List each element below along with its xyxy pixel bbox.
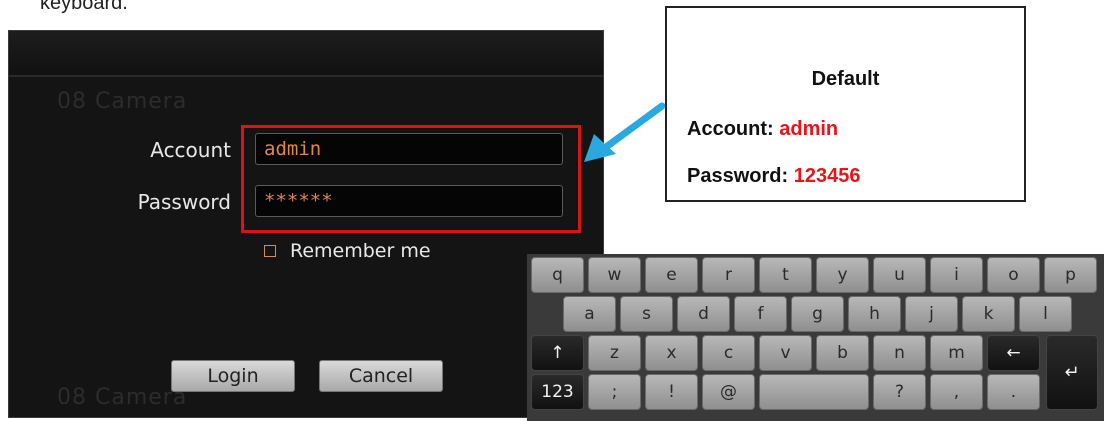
key-comma[interactable]: , <box>930 374 983 410</box>
key-q[interactable]: q <box>531 257 584 293</box>
key-w[interactable]: w <box>588 257 641 293</box>
key-f[interactable]: f <box>734 296 787 332</box>
callout-arrow-icon <box>584 102 666 162</box>
key-k[interactable]: k <box>962 296 1015 332</box>
key-question[interactable]: ? <box>873 374 926 410</box>
key-at[interactable]: @ <box>702 374 755 410</box>
remember-me-checkbox[interactable] <box>264 245 276 257</box>
callout-account-line: Account: admin <box>687 118 838 141</box>
key-y[interactable]: y <box>816 257 869 293</box>
keyboard-row-1: q w e r t y u i o p <box>531 257 1101 293</box>
key-n[interactable]: n <box>873 335 926 371</box>
page-caption: keyboard. <box>40 0 128 14</box>
password-input[interactable] <box>255 185 563 217</box>
account-input[interactable] <box>255 133 563 165</box>
callout-account-label: Account: <box>687 118 774 140</box>
key-semicolon[interactable]: ; <box>588 374 641 410</box>
keyboard-row-2: a s d f g h j k l <box>563 296 1076 332</box>
key-d[interactable]: d <box>677 296 730 332</box>
key-j[interactable]: j <box>905 296 958 332</box>
key-exclamation[interactable]: ! <box>645 374 698 410</box>
key-p[interactable]: p <box>1044 257 1097 293</box>
callout-title: Default <box>811 68 880 90</box>
account-label: Account <box>150 138 231 162</box>
cancel-button[interactable]: Cancel <box>319 360 443 392</box>
callout-password-label: Password: <box>687 165 789 187</box>
login-dialog: 08 Camera 08 Camera Account Password Rem… <box>8 30 604 418</box>
backspace-icon[interactable]: ← <box>987 335 1040 371</box>
default-credentials-callout: Default Account: admin Password: 123456 <box>665 6 1026 202</box>
background-camera-label-bottom: 08 Camera <box>57 385 188 410</box>
remember-me-row[interactable]: Remember me <box>264 240 431 262</box>
login-button[interactable]: Login <box>171 360 295 392</box>
keyboard-row-4: 123 ; ! @ ? , . <box>531 374 1044 410</box>
key-r[interactable]: r <box>702 257 755 293</box>
key-space[interactable] <box>759 374 869 410</box>
key-t[interactable]: t <box>759 257 812 293</box>
key-123[interactable]: 123 <box>531 374 584 410</box>
background-camera-label: 08 Camera <box>57 89 188 114</box>
key-a[interactable]: a <box>563 296 616 332</box>
remember-me-label: Remember me <box>290 240 431 262</box>
key-z[interactable]: z <box>588 335 641 371</box>
key-i[interactable]: i <box>930 257 983 293</box>
key-period[interactable]: . <box>987 374 1040 410</box>
dialog-title-bar <box>9 31 603 77</box>
key-e[interactable]: e <box>645 257 698 293</box>
callout-password-line: Password: 123456 <box>687 165 860 188</box>
key-b[interactable]: b <box>816 335 869 371</box>
key-o[interactable]: o <box>987 257 1040 293</box>
callout-password-value: 123456 <box>793 165 861 187</box>
key-c[interactable]: c <box>702 335 755 371</box>
callout-account-value: admin <box>779 118 839 140</box>
enter-icon[interactable]: ↵ <box>1046 335 1098 410</box>
key-m[interactable]: m <box>930 335 983 371</box>
on-screen-keyboard: q w e r t y u i o p a s d f g h j k l ↑ … <box>527 254 1104 421</box>
key-u[interactable]: u <box>873 257 926 293</box>
key-l[interactable]: l <box>1019 296 1072 332</box>
key-h[interactable]: h <box>848 296 901 332</box>
keyboard-row-3: ↑ z x c v b n m ← <box>531 335 1044 371</box>
key-v[interactable]: v <box>759 335 812 371</box>
shift-icon[interactable]: ↑ <box>531 335 584 371</box>
password-label: Password <box>137 190 231 214</box>
key-g[interactable]: g <box>791 296 844 332</box>
key-x[interactable]: x <box>645 335 698 371</box>
key-s[interactable]: s <box>620 296 673 332</box>
